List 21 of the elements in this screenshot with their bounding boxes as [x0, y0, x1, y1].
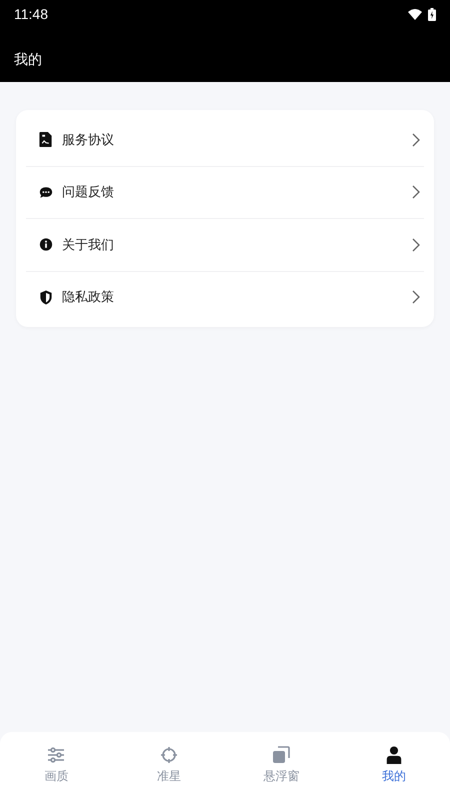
- wifi-icon: [408, 8, 422, 20]
- chevron-right-icon: [412, 132, 420, 147]
- stacked-windows-icon: [272, 746, 290, 764]
- sliders-icon: [47, 746, 66, 764]
- shield-icon: [39, 290, 53, 305]
- menu-item[interactable]: 关于我们: [26, 219, 424, 272]
- info-icon: [39, 237, 53, 252]
- crosshair-icon: [160, 746, 178, 764]
- chevron-right-icon: [412, 290, 420, 304]
- menu-item[interactable]: 服务协议: [26, 114, 424, 166]
- nav-tab[interactable]: 我的: [338, 732, 450, 800]
- status-time: 11:48: [14, 6, 48, 22]
- person-icon: [384, 746, 403, 764]
- chevron-right-icon: [412, 238, 420, 252]
- chat-bubble-icon: [39, 184, 53, 200]
- page-title: 我的: [13, 51, 43, 69]
- menu-item[interactable]: 隐私政策: [26, 272, 424, 323]
- menu-item[interactable]: 问题反馈: [26, 166, 424, 219]
- document-icon: [39, 132, 53, 148]
- chevron-right-icon: [412, 185, 420, 200]
- battery-icon: [428, 8, 436, 20]
